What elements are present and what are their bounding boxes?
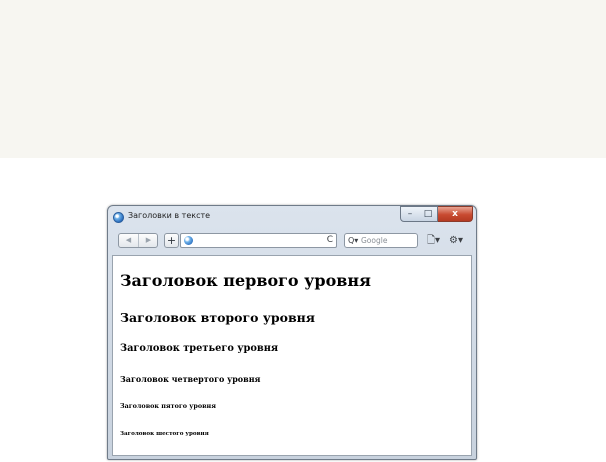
heading-level-5: Заголовок пятого уровня — [120, 402, 216, 410]
search-placeholder: Google — [361, 236, 388, 245]
page-content: Заголовок первого уровня Заголовок второ… — [112, 255, 472, 456]
minimize-icon: – — [407, 209, 413, 219]
page-menu-icon[interactable]: 🗋▾ — [427, 233, 440, 248]
navigation-buttons: ◀ ▶ — [118, 233, 158, 248]
heading-level-6: Заголовок шестого уровня — [120, 431, 209, 437]
window-title: Заголовки в тексте — [128, 211, 211, 220]
back-icon[interactable]: ◀ — [119, 234, 139, 247]
browser-toolbar: ◀ ▶ + C Q▾ Google 🗋▾ ⚙▾ — [111, 230, 473, 252]
minimize-button[interactable]: – — [400, 206, 420, 222]
browser-icon — [113, 212, 124, 223]
title-bar[interactable]: Заголовки в тексте – □ x — [108, 206, 476, 230]
plus-icon[interactable]: + — [164, 233, 179, 248]
gear-icon[interactable]: ⚙▾ — [449, 233, 463, 248]
heading-level-4: Заголовок четвертого уровня — [120, 374, 261, 384]
search-icon[interactable]: Q▾ — [348, 234, 358, 247]
reload-icon[interactable]: C — [327, 234, 333, 247]
heading-level-3: Заголовок третьего уровня — [120, 343, 279, 354]
browser-window: Заголовки в тексте – □ x ◀ ▶ + C Q▾ Goog… — [107, 205, 477, 460]
globe-icon — [184, 236, 193, 245]
page-background-band — [0, 0, 606, 158]
maximize-button[interactable]: □ — [419, 206, 438, 222]
heading-level-2: Заголовок второго уровня — [120, 310, 316, 325]
maximize-icon: □ — [423, 209, 433, 219]
close-button[interactable]: x — [438, 206, 473, 222]
search-input[interactable]: Q▾ Google — [344, 233, 418, 248]
forward-icon[interactable]: ▶ — [139, 234, 158, 247]
close-icon: x — [452, 209, 458, 219]
heading-level-1: Заголовок первого уровня — [120, 271, 371, 290]
address-bar[interactable]: C — [180, 233, 337, 248]
